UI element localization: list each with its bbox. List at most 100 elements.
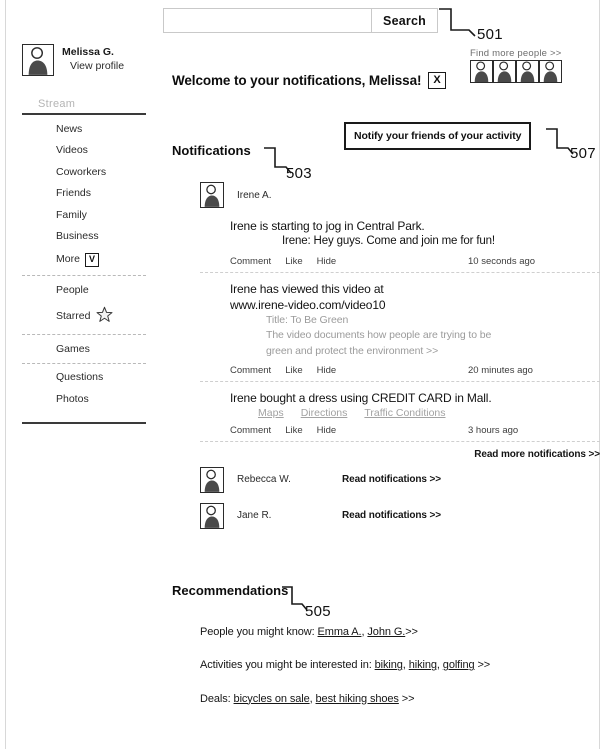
recommendation-suffix[interactable]: >> — [399, 693, 415, 705]
ref-numeral-501: 501 — [477, 26, 503, 43]
sidebar-item-photos[interactable]: Photos — [22, 388, 146, 410]
notification-feed: Irene A. Irene is starting to jog in Cen… — [200, 180, 600, 534]
notification-actions: Comment Like Hide 20 minutes ago — [230, 365, 600, 376]
notifications-heading: Notifications — [172, 143, 251, 158]
notification-detail-line: green and protect the environment >> — [266, 344, 439, 357]
sidebar-item-label: Photos — [56, 392, 89, 405]
sidebar-item-family[interactable]: Family — [22, 204, 146, 226]
sidebar-item-starred[interactable]: Starred — [22, 301, 146, 332]
notification-headline: Irene bought a dress using CREDIT CARD i… — [230, 390, 492, 405]
read-notifications-link[interactable]: Read notifications >> — [342, 474, 441, 485]
notification-headline: Irene has viewed this video at — [230, 281, 384, 296]
person-avatar-2[interactable] — [493, 60, 516, 83]
sidebar-item-label: Business — [56, 230, 99, 242]
view-profile-link[interactable]: View profile — [62, 59, 124, 73]
sidebar-item-coworkers[interactable]: Coworkers — [22, 161, 146, 183]
sidebar-item-games[interactable]: Games — [22, 338, 146, 360]
hide-action[interactable]: Hide — [317, 425, 337, 436]
sidebar-item-questions[interactable]: Questions — [22, 367, 146, 389]
recommendation-link-biking[interactable]: biking — [375, 659, 403, 671]
notification-headline-url[interactable]: www.irene-video.com/video10 — [230, 297, 600, 313]
person-icon — [474, 61, 489, 82]
read-more-notifications-link[interactable]: Read more notifications >> — [474, 449, 600, 460]
recommendations-list: People you might know: Emma A., John G.>… — [200, 625, 600, 725]
read-more-row: Read more notifications >> — [200, 442, 600, 462]
avatar[interactable] — [200, 466, 224, 493]
close-icon[interactable]: X — [428, 72, 446, 89]
recommendation-prefix: Activities you might be interested in: — [200, 659, 375, 672]
person-icon — [204, 505, 220, 528]
recommendation-link-emma-a-[interactable]: Emma A. — [318, 626, 362, 638]
people-strip — [470, 60, 562, 83]
sidebar-item-label: Questions — [56, 371, 104, 383]
comment-action[interactable]: Comment — [230, 425, 271, 436]
search-button[interactable]: Search — [371, 9, 437, 32]
sidebar-bottom-rule — [22, 421, 146, 424]
recommendation-link-john-g-[interactable]: John G. — [367, 626, 405, 638]
profile-row[interactable]: Melissa G. View profile — [22, 44, 146, 76]
notification-item: Irene bought a dress using CREDIT CARD i… — [200, 382, 600, 442]
sidebar-group: News Videos Coworkers Friends Family Business… — [22, 115, 146, 275]
avatar[interactable] — [22, 44, 54, 76]
recommendation-suffix[interactable]: >> — [475, 659, 490, 671]
other-person-name: Jane R. — [237, 510, 272, 522]
recommendation-link-best-hiking-shoes[interactable]: best hiking shoes — [316, 693, 399, 705]
like-action[interactable]: Like — [285, 365, 302, 376]
recommendation-suffix[interactable]: >> — [405, 626, 418, 638]
recommendation-link-golfing[interactable]: golfing — [443, 659, 475, 671]
notify-friends-button[interactable]: Notify your friends of your activity — [344, 122, 532, 150]
sidebar-item-label: More — [56, 253, 80, 266]
sidebar-item-people[interactable]: People — [22, 279, 146, 301]
avatar[interactable] — [200, 502, 224, 529]
notification-timestamp: 3 hours ago — [468, 424, 519, 436]
hide-action[interactable]: Hide — [317, 365, 337, 376]
sidebar-item-friends[interactable]: Friends — [22, 183, 146, 205]
person-avatar-1[interactable] — [470, 60, 493, 83]
find-more-people-link[interactable]: Find more people >> — [470, 48, 561, 59]
notification-item: Irene is starting to jog in Central Park… — [200, 210, 600, 273]
notification-actions: Comment Like Hide 3 hours ago — [230, 425, 600, 436]
sidebar-item-more[interactable]: More V — [22, 247, 146, 272]
sidebar-item-news[interactable]: News — [22, 118, 146, 140]
other-person-name: Rebecca W. — [237, 474, 291, 486]
comment-action[interactable]: Comment — [230, 256, 271, 267]
hide-action[interactable]: Hide — [317, 256, 337, 267]
sidebar-item-label: Games — [56, 342, 90, 355]
person-avatar-4[interactable] — [539, 60, 562, 83]
other-person-row: Jane R. Read notifications >> — [200, 498, 600, 534]
welcome-row: Welcome to your notifications, Melissa! … — [172, 72, 446, 89]
patent-figure-page: Search 501 Find more people >> Welcome t… — [0, 0, 608, 749]
person-icon — [520, 61, 535, 82]
notification-link-maps[interactable]: Maps — [258, 407, 284, 419]
sidebar-item-business[interactable]: Business — [22, 226, 146, 248]
search-input[interactable] — [164, 9, 371, 32]
recommendation-prefix: People you might know: — [200, 626, 318, 638]
page-title: Welcome to your notifications, Melissa! — [172, 73, 422, 88]
chevron-down-icon[interactable]: V — [84, 252, 99, 267]
feed-person-row[interactable]: Irene A. — [200, 180, 600, 210]
comment-action[interactable]: Comment — [230, 365, 271, 376]
avatar[interactable] — [200, 182, 224, 208]
like-action[interactable]: Like — [285, 256, 302, 267]
search-bar: Search — [163, 8, 438, 33]
read-notifications-link[interactable]: Read notifications >> — [342, 510, 441, 521]
star-icon[interactable] — [96, 306, 113, 326]
person-avatar-3[interactable] — [516, 60, 539, 83]
recommendation-link-bicycles-on-sale[interactable]: bicycles on sale — [234, 693, 310, 705]
notification-link-traffic-conditions[interactable]: Traffic Conditions — [364, 407, 445, 419]
ref-numeral-505: 505 — [305, 603, 331, 620]
notification-link-directions[interactable]: Directions — [301, 407, 348, 419]
recommendation-link-hiking[interactable]: hiking — [409, 659, 437, 671]
sidebar-item-videos[interactable]: Videos — [22, 140, 146, 162]
notification-headline: Irene is starting to jog in Central Park… — [230, 219, 425, 233]
notification-item: Irene has viewed this video at www.irene-… — [200, 273, 600, 382]
person-icon — [497, 61, 512, 82]
person-icon — [204, 469, 220, 492]
notification-subtext: Irene: Hey guys. Come and join me for fu… — [282, 235, 495, 248]
like-action[interactable]: Like — [285, 425, 302, 436]
person-icon — [543, 61, 558, 82]
sidebar: Melissa G. View profile Stream News Video… — [22, 44, 146, 424]
sidebar-item-label: Starred — [56, 309, 91, 322]
sidebar-nav: News Videos Coworkers Friends Family Business… — [22, 115, 146, 413]
recommendation-prefix: Deals: — [200, 692, 234, 705]
